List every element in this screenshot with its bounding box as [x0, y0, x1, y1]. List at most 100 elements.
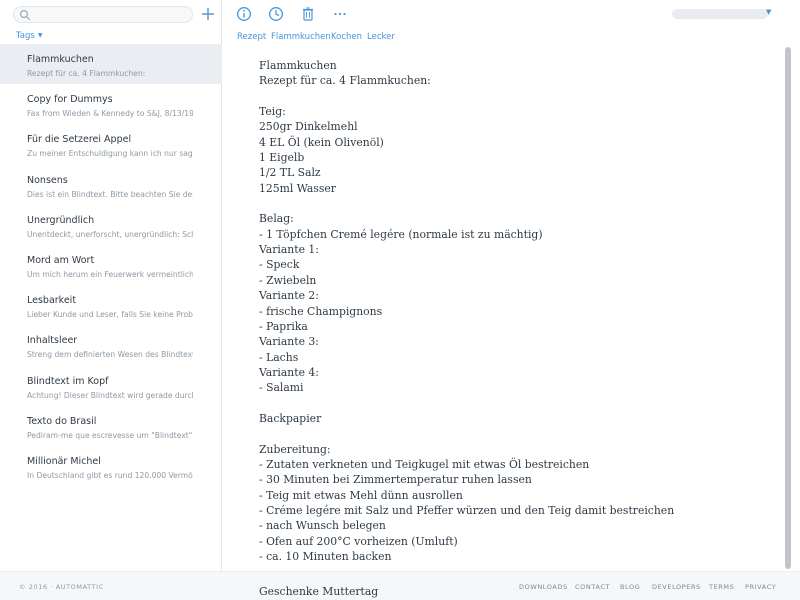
- note-list-item[interactable]: Millionär Michel In Deutschland gibt es …: [0, 446, 222, 486]
- note-content-overflow-line: Geschenke Muttertag: [259, 585, 379, 598]
- note-title: Nonsens: [27, 174, 68, 186]
- note-content-line: - Créme legére mit Salz und Pfeffer würz…: [259, 503, 675, 517]
- editor-scrollbar-thumb[interactable]: [785, 47, 791, 569]
- note-content-line: - 1 Töpfchen Cremé legére (normale ist z…: [259, 227, 543, 241]
- note-title: Lesbarkeit: [27, 295, 77, 307]
- trash-icon[interactable]: [300, 6, 316, 22]
- tag-kochen[interactable]: Kochen: [331, 32, 362, 42]
- note-preview: Lieber Kunde und Leser, falls Sie keine …: [27, 310, 193, 320]
- note-list-item[interactable]: Unergründlich Unentdeckt, unerforscht, u…: [0, 205, 222, 245]
- note-title: Texto do Brasil: [27, 415, 97, 427]
- note-content-line: [259, 426, 759, 441]
- search-input[interactable]: [34, 8, 184, 21]
- footer-link-developers[interactable]: DEVELOPERS: [652, 583, 701, 591]
- note-content-line: - frische Champignons: [259, 304, 383, 318]
- tags-label: Tags: [16, 31, 35, 41]
- note-list-item[interactable]: Für die Setzerei Appel Zu meiner Entschu…: [0, 124, 222, 164]
- sidebar-header: [0, 0, 222, 29]
- note-content-line: - Teig mit etwas Mehl dünn ausrollen: [259, 488, 463, 502]
- note-content-line: Variante 2:: [259, 289, 319, 303]
- note-content-line: Backpapier: [259, 411, 322, 425]
- note-title: Millionär Michel: [27, 455, 101, 467]
- note-title: Blindtext im Kopf: [27, 375, 109, 387]
- note-list-item[interactable]: Mord am Wort Um mich herum ein Feuerwerk…: [0, 245, 222, 285]
- note-list-item[interactable]: Nonsens Dies ist ein Blindtext. Bitte be…: [0, 165, 222, 205]
- note-content-line: Belag:: [259, 212, 294, 226]
- note-content-line: - Speck: [259, 258, 300, 272]
- footer-link-privacy[interactable]: PRIVACY: [745, 583, 776, 591]
- tags-dropdown-button[interactable]: Tags ▼: [16, 31, 42, 41]
- note-content-line: - Paprika: [259, 319, 308, 333]
- note-content-line: [259, 196, 759, 211]
- note-list-item[interactable]: Texto do Brasil Pediram-me que escrevess…: [0, 406, 222, 446]
- note-content-line: Variante 1:: [259, 243, 319, 257]
- note-preview: Fax from Wieden & Kennedy to S&J, 8/13/1…: [27, 109, 193, 119]
- note-list-item[interactable]: Blindtext im Kopf Achtung! Dieser Blindt…: [0, 366, 222, 406]
- page-footer: © 2016 · AUTOMATTIC DOWNLOADS CONTACT BL…: [0, 571, 800, 600]
- note-content-line: [259, 89, 759, 104]
- footer-link-terms[interactable]: TERMS: [709, 583, 734, 591]
- note-preview: Unentdeckt, unerforscht, unergründlich: …: [27, 229, 193, 239]
- note-preview: Achtung! Dieser Blindtext wird gerade du…: [27, 390, 193, 400]
- note-title: Flammkuchen: [27, 54, 94, 65]
- note-content-line: Variante 3:: [259, 335, 319, 349]
- note-content-line: 125ml Wasser: [259, 181, 336, 195]
- note-preview: In Deutschland gibt es rund 120.000 Verm…: [27, 470, 193, 480]
- note-content-line: 1 Eigelb: [259, 151, 305, 165]
- note-preview: Zu meiner Entschuldigung kann ich nur sa…: [27, 149, 193, 159]
- account-menu[interactable]: [672, 9, 768, 19]
- note-title: Mord am Wort: [27, 254, 95, 266]
- note-list-item[interactable]: Lesbarkeit Lieber Kunde und Leser, falls…: [0, 285, 222, 325]
- note-title: Inhaltsleer: [27, 335, 78, 347]
- note-preview: Streng dem definierten Wesen des Blindte…: [27, 350, 193, 360]
- note-list-item[interactable]: Copy for Dummys Fax from Wieden & Kenned…: [0, 84, 222, 124]
- footer-link-contact[interactable]: CONTACT: [575, 583, 610, 591]
- note-preview: Um mich herum ein Feuerwerk vermeintlich…: [27, 269, 193, 279]
- note-content[interactable]: Flammkuchen Rezept für ca. 4 Flammkuchen:…: [259, 58, 759, 564]
- search-icon: [19, 9, 31, 21]
- note-title: Für die Setzerei Appel: [27, 134, 132, 146]
- tag-lecker[interactable]: Lecker: [367, 32, 395, 42]
- note-content-line: - Zutaten verkneten und Teigkugel mit et…: [259, 457, 590, 471]
- note-content-line: - 30 Minuten bei Zimmertemperatur ruhen …: [259, 473, 532, 487]
- note-content-line: 250gr Dinkelmehl: [259, 120, 358, 134]
- note-content-line: - ca. 10 Minuten backen: [259, 550, 392, 563]
- note-content-line: Teig:: [259, 105, 286, 119]
- search-box[interactable]: [13, 6, 193, 23]
- note-content-line: 4 EL Öl (kein Olivenöl): [259, 135, 384, 149]
- footer-link-blog[interactable]: BLOG: [620, 583, 640, 591]
- note-content-line: [259, 396, 759, 411]
- new-note-plus-icon[interactable]: [199, 5, 217, 23]
- note-list: Flammkuchen Rezept für ca. 4 Flammkuchen…: [0, 44, 222, 486]
- info-icon[interactable]: [236, 6, 252, 22]
- note-title: Copy for Dummys: [27, 94, 113, 106]
- note-content-line: - nach Wunsch belegen: [259, 519, 386, 533]
- caret-down-icon: ▼: [37, 32, 43, 39]
- editor-toolbar: ▼: [223, 0, 800, 29]
- note-list-item[interactable]: Inhaltsleer Streng dem definierten Wesen…: [0, 325, 222, 365]
- note-content-line: Flammkuchen: [259, 59, 337, 72]
- copyright-text: © 2016 · AUTOMATTIC: [19, 583, 104, 591]
- account-caret-down-icon[interactable]: ▼: [766, 8, 771, 16]
- note-content-line: - Zwiebeln: [259, 273, 317, 287]
- note-list-item-flammkuchen[interactable]: Flammkuchen Rezept für ca. 4 Flammkuchen…: [0, 44, 222, 85]
- note-content-line: Variante 4:: [259, 365, 319, 379]
- tag-flammkuchen[interactable]: Flammkuchen: [271, 32, 331, 42]
- note-content-line: - Salami: [259, 381, 304, 395]
- note-preview: Pediram-me que escrevesse um "Blindtext"…: [27, 430, 193, 440]
- tag-rezept[interactable]: Rezept: [237, 32, 266, 42]
- note-title: Unergründlich: [27, 214, 95, 226]
- note-tag-bar: Rezept Flammkuchen Kochen Lecker: [223, 29, 800, 45]
- note-preview: Dies ist ein Blindtext. Bitte beachten S…: [27, 189, 193, 199]
- note-content-line: 1/2 TL Salz: [259, 166, 321, 180]
- note-content-line: - Ofen auf 200°C vorheizen (Umluft): [259, 534, 458, 548]
- note-list-sidebar: Tags ▼ Flammkuchen Rezept für ca. 4 Flamm…: [0, 0, 222, 571]
- note-content-line: Zubereitung:: [259, 442, 331, 456]
- note-content-line: Rezept für ca. 4 Flammkuchen:: [259, 74, 431, 88]
- note-preview: Rezept für ca. 4 Flammkuchen:: [27, 69, 146, 78]
- footer-link-downloads[interactable]: DOWNLOADS: [519, 583, 568, 591]
- history-clock-icon[interactable]: [268, 6, 284, 22]
- note-content-line: - Lachs: [259, 350, 299, 364]
- more-options-icon[interactable]: [332, 6, 348, 22]
- note-editor[interactable]: Flammkuchen Rezept für ca. 4 Flammkuchen:…: [223, 45, 778, 600]
